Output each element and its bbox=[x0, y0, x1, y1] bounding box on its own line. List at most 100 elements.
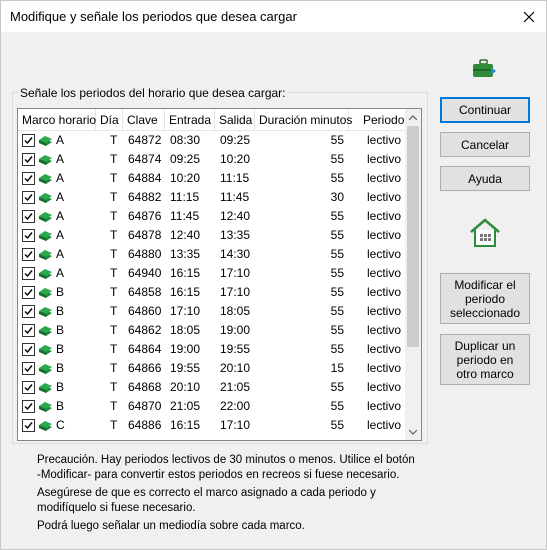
checkmark-icon bbox=[24, 213, 33, 221]
ayuda-button[interactable]: Ayuda bbox=[440, 166, 530, 191]
table-row[interactable]: A T 64874 09:25 10:20 55 lectivo bbox=[18, 150, 407, 169]
row-checkbox[interactable] bbox=[22, 248, 35, 261]
table-row[interactable]: C T 64886 16:15 17:10 55 lectivo bbox=[18, 416, 407, 435]
cell-periodo: lectivo bbox=[367, 152, 402, 166]
checkmark-icon bbox=[24, 194, 33, 202]
duplicar-periodo-button[interactable]: Duplicar un periodo en otro marco bbox=[440, 334, 530, 385]
cell-clave: 64872 bbox=[128, 133, 162, 147]
book-icon bbox=[39, 250, 52, 260]
checkmark-icon bbox=[24, 327, 33, 335]
row-checkbox[interactable] bbox=[22, 286, 35, 299]
row-checkbox[interactable] bbox=[22, 210, 35, 223]
cell-marco: B bbox=[56, 342, 65, 356]
table-row[interactable]: A T 64882 11:15 11:45 30 lectivo bbox=[18, 188, 407, 207]
cell-periodo: lectivo bbox=[367, 190, 402, 204]
table-row[interactable]: A T 64940 16:15 17:10 55 lectivo bbox=[18, 264, 407, 283]
column-header-clave[interactable]: Clave bbox=[123, 109, 165, 131]
column-header-entrada[interactable]: Entrada bbox=[165, 109, 215, 131]
close-button[interactable] bbox=[512, 1, 546, 32]
row-checkbox[interactable] bbox=[22, 134, 35, 147]
cell-duracion: 55 bbox=[330, 228, 344, 242]
table-row[interactable]: A T 64872 08:30 09:25 55 lectivo bbox=[18, 131, 407, 150]
book-icon bbox=[39, 269, 52, 279]
periods-list[interactable]: Marco horario Día Clave Entrada Salida D… bbox=[17, 108, 422, 441]
table-row[interactable]: B T 64860 17:10 18:05 55 lectivo bbox=[18, 302, 407, 321]
cell-dia: T bbox=[110, 399, 118, 413]
table-row[interactable]: A T 64876 11:45 12:40 55 lectivo bbox=[18, 207, 407, 226]
row-checkbox[interactable] bbox=[22, 362, 35, 375]
cell-duracion: 55 bbox=[330, 152, 344, 166]
groupbox-label: Señale los periodos del horario que dese… bbox=[19, 86, 287, 100]
cell-salida: 11:45 bbox=[220, 190, 250, 204]
cell-clave: 64884 bbox=[128, 171, 162, 185]
row-checkbox[interactable] bbox=[22, 343, 35, 356]
checkmark-icon bbox=[24, 403, 33, 411]
book-icon bbox=[39, 231, 52, 241]
cell-salida: 17:10 bbox=[220, 418, 251, 432]
vertical-scrollbar[interactable] bbox=[405, 109, 421, 440]
cell-clave: 64860 bbox=[128, 304, 162, 318]
window-title: Modifique y señale los periodos que dese… bbox=[10, 9, 297, 24]
column-header-duracion[interactable]: Duración minutos bbox=[255, 109, 352, 131]
list-rows: A T 64872 08:30 09:25 55 lectivo A T 64874 09:25 10… bbox=[18, 131, 407, 435]
column-header-periodo[interactable]: Periodo bbox=[349, 109, 407, 131]
cell-dia: T bbox=[110, 323, 118, 337]
cell-entrada: 11:15 bbox=[170, 190, 200, 204]
table-row[interactable]: B T 64866 19:55 20:10 15 lectivo bbox=[18, 359, 407, 378]
modificar-periodo-button[interactable]: Modificar el periodo seleccionado bbox=[440, 273, 530, 324]
book-icon bbox=[39, 364, 52, 374]
table-row[interactable]: B T 64864 19:00 19:55 55 lectivo bbox=[18, 340, 407, 359]
cell-duracion: 55 bbox=[330, 304, 344, 318]
cell-marco: B bbox=[56, 399, 65, 413]
cell-duracion: 55 bbox=[330, 380, 344, 394]
table-row[interactable]: A T 64884 10:20 11:15 55 lectivo bbox=[18, 169, 407, 188]
cell-periodo: lectivo bbox=[367, 228, 402, 242]
cell-dia: T bbox=[110, 418, 118, 432]
chevron-up-icon bbox=[409, 114, 417, 120]
scroll-thumb[interactable] bbox=[407, 126, 419, 347]
row-checkbox[interactable] bbox=[22, 400, 35, 413]
cell-dia: T bbox=[110, 171, 118, 185]
row-checkbox[interactable] bbox=[22, 191, 35, 204]
column-header-marco[interactable]: Marco horario bbox=[18, 109, 96, 131]
scroll-down-arrow[interactable] bbox=[405, 424, 421, 440]
row-checkbox[interactable] bbox=[22, 419, 35, 432]
cell-marco: A bbox=[56, 152, 65, 166]
cell-entrada: 10:20 bbox=[170, 171, 201, 185]
table-row[interactable]: B T 64868 20:10 21:05 55 lectivo bbox=[18, 378, 407, 397]
row-checkbox[interactable] bbox=[22, 229, 35, 242]
row-checkbox[interactable] bbox=[22, 305, 35, 318]
cell-entrada: 19:55 bbox=[170, 361, 201, 375]
cell-marco: B bbox=[56, 380, 65, 394]
cell-salida: 10:20 bbox=[220, 152, 251, 166]
table-row[interactable]: B T 64870 21:05 22:00 55 lectivo bbox=[18, 397, 407, 416]
book-icon bbox=[39, 326, 52, 336]
cell-clave: 64876 bbox=[128, 209, 162, 223]
table-row[interactable]: A T 64878 12:40 13:35 55 lectivo bbox=[18, 226, 407, 245]
cell-duracion: 55 bbox=[330, 209, 344, 223]
cell-duracion: 55 bbox=[330, 285, 344, 299]
table-row[interactable]: B T 64862 18:05 19:00 55 lectivo bbox=[18, 321, 407, 340]
column-header-dia[interactable]: Día bbox=[96, 109, 123, 131]
book-icon bbox=[39, 383, 52, 393]
cell-entrada: 19:00 bbox=[170, 342, 201, 356]
cell-clave: 64858 bbox=[128, 285, 162, 299]
cell-periodo: lectivo bbox=[367, 304, 402, 318]
row-checkbox[interactable] bbox=[22, 172, 35, 185]
cancelar-button[interactable]: Cancelar bbox=[440, 132, 530, 157]
cell-dia: T bbox=[110, 304, 118, 318]
suitcase-icon bbox=[473, 59, 496, 77]
cell-entrada: 16:15 bbox=[170, 266, 201, 280]
table-row[interactable]: B T 64858 16:15 17:10 55 lectivo bbox=[18, 283, 407, 302]
row-checkbox[interactable] bbox=[22, 381, 35, 394]
cell-clave: 64866 bbox=[128, 361, 162, 375]
book-icon bbox=[39, 307, 52, 317]
row-checkbox[interactable] bbox=[22, 267, 35, 280]
continuar-button[interactable]: Continuar bbox=[440, 97, 530, 123]
row-checkbox[interactable] bbox=[22, 153, 35, 166]
column-header-salida[interactable]: Salida bbox=[215, 109, 255, 131]
row-checkbox[interactable] bbox=[22, 324, 35, 337]
scroll-up-arrow[interactable] bbox=[405, 109, 421, 125]
cell-duracion: 55 bbox=[330, 399, 344, 413]
table-row[interactable]: A T 64880 13:35 14:30 55 lectivo bbox=[18, 245, 407, 264]
